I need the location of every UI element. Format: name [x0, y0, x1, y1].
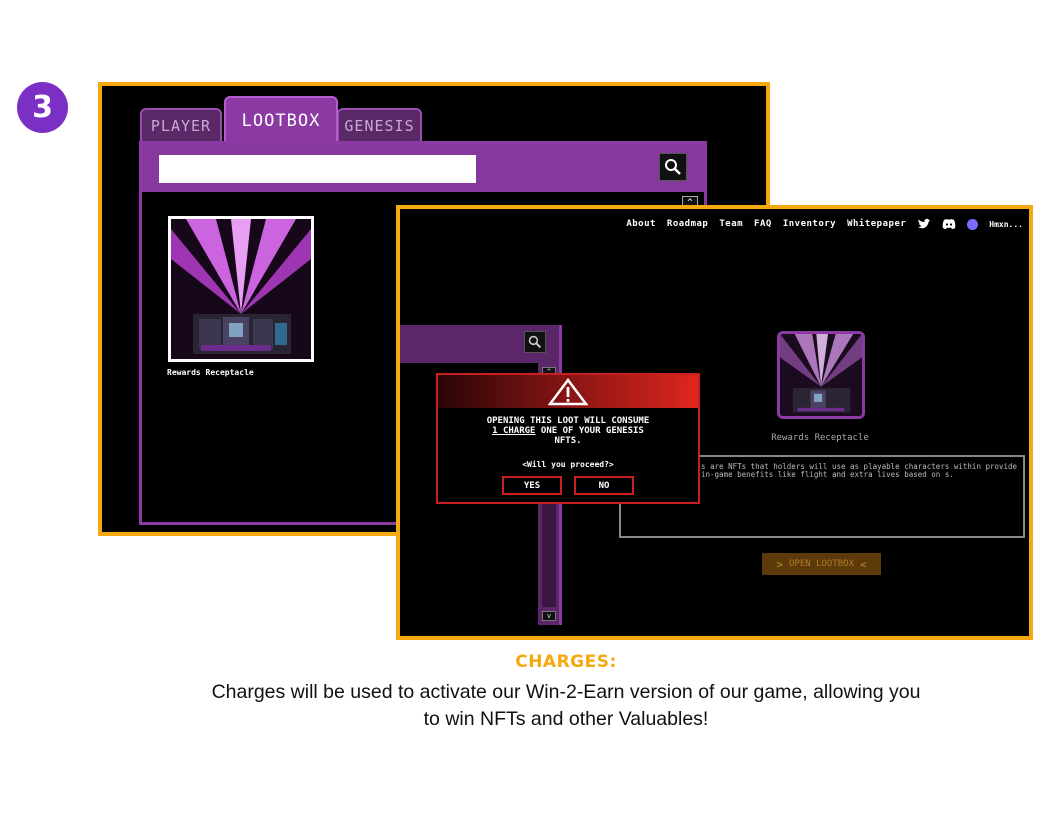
caption-heading: CHARGES: — [515, 652, 617, 672]
yes-button[interactable]: YES — [502, 476, 562, 495]
nav-about[interactable]: About — [626, 219, 656, 229]
side-scroll-down-button[interactable]: v — [542, 611, 556, 621]
search-icon — [528, 335, 542, 349]
description-text: s are NFTs that holders will use as play… — [701, 462, 1018, 479]
nav-inventory[interactable]: Inventory — [783, 219, 836, 229]
side-search-button[interactable] — [524, 331, 546, 353]
nav-whitepaper[interactable]: Whitepaper — [847, 219, 906, 229]
chevron-right-icon: > — [776, 557, 783, 571]
side-search-bar — [400, 325, 562, 363]
open-lootbox-button[interactable]: > OPEN LOOTBOX < — [762, 553, 881, 575]
open-lootbox-label: OPEN LOOTBOX — [788, 559, 855, 569]
dialog-message-line2: ONE OF YOUR GENESIS — [535, 426, 644, 436]
selected-lootbox-preview — [777, 331, 865, 419]
search-input[interactable] — [159, 155, 476, 183]
rewards-receptacle-image — [780, 334, 862, 416]
rewards-receptacle-image — [171, 219, 311, 359]
charge-amount: 1 CHARGE — [492, 426, 536, 436]
dialog-message-line1: OPENING THIS LOOT WILL CONSUME — [486, 416, 650, 426]
dialog-message-line3: NFTS. — [554, 436, 582, 446]
no-button[interactable]: NO — [574, 476, 634, 495]
chevron-left-icon: < — [860, 557, 867, 571]
caption-line2: to win NFTs and other Valuables! — [423, 708, 709, 730]
warning-icon — [548, 377, 588, 405]
preview-label: Rewards Receptacle — [771, 433, 869, 443]
twitter-icon[interactable] — [917, 218, 931, 230]
top-nav: About Roadmap Team FAQ Inventory Whitepa… — [626, 218, 1023, 230]
dialog-header — [438, 375, 698, 408]
user-name[interactable]: Hmxn... — [989, 220, 1023, 229]
card-label: Rewards Receptacle — [167, 368, 254, 377]
search-button[interactable] — [659, 153, 687, 181]
user-avatar[interactable] — [967, 218, 979, 230]
caption-line1: Charges will be used to activate our Win… — [211, 681, 921, 703]
dialog-message: OPENING THIS LOOT WILL CONSUME 1 CHARGE … — [446, 416, 690, 446]
nav-roadmap[interactable]: Roadmap — [667, 219, 708, 229]
tab-player[interactable]: PLAYER — [140, 108, 222, 142]
discord-icon[interactable] — [942, 218, 956, 230]
search-icon — [665, 159, 681, 175]
confirm-dialog: OPENING THIS LOOT WILL CONSUME 1 CHARGE … — [436, 373, 700, 504]
dialog-question: <Will you proceed?> — [522, 460, 614, 469]
search-bar — [142, 144, 704, 192]
nav-team[interactable]: Team — [719, 219, 743, 229]
tab-genesis[interactable]: GENESIS — [337, 108, 422, 142]
lootbox-card-rewards-receptacle[interactable] — [168, 216, 314, 362]
step-number-badge: 3 — [17, 82, 68, 133]
nav-faq[interactable]: FAQ — [754, 219, 772, 229]
tab-lootbox[interactable]: LOOTBOX — [224, 96, 338, 144]
lootbox-screenshot-front: About Roadmap Team FAQ Inventory Whitepa… — [396, 205, 1033, 640]
caption-body: Charges will be used to activate our Win… — [140, 679, 992, 733]
